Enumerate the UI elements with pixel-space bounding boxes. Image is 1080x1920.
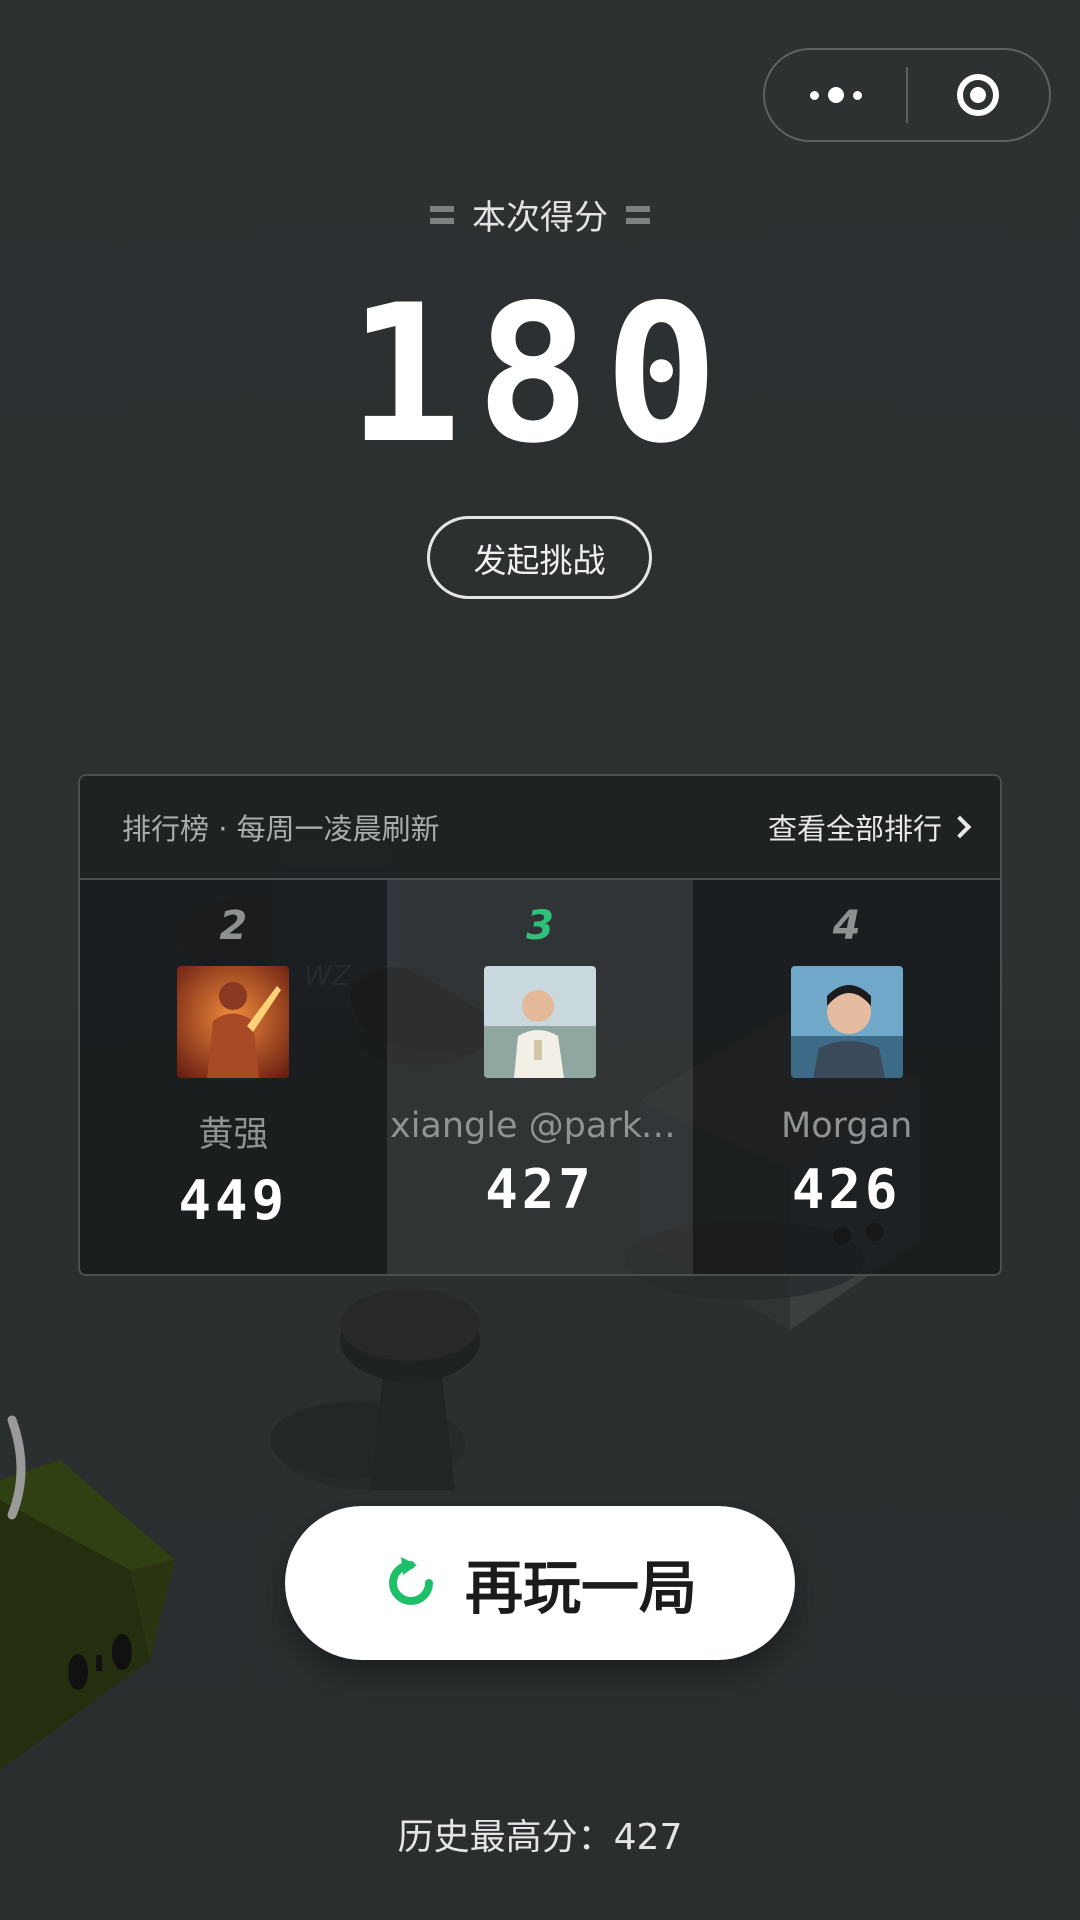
entry-rank: 2: [219, 903, 248, 949]
leaderboard: 排行榜 · 每周一凌晨刷新 查看全部排行 2 黄强 449 3 xiangle …: [78, 774, 1002, 1276]
entry-score: 426: [791, 1158, 902, 1221]
leaderboard-title: 排行榜 · 每周一凌晨刷新: [122, 812, 440, 846]
replay-icon: [389, 1557, 433, 1605]
target-close-icon: [957, 74, 1000, 116]
leaderboard-entries: 2 黄强 449 3 xiangle @parko... 427 4 Morga…: [80, 880, 1000, 1274]
score-title: 本次得分: [0, 190, 1080, 239]
leaderboard-header: 排行榜 · 每周一凌晨刷新 查看全部排行: [80, 776, 1000, 880]
leaderboard-entry[interactable]: 4 Morgan 426: [693, 880, 1000, 1274]
avatar: [483, 966, 596, 1078]
more-dots-icon: [809, 87, 862, 103]
avatar: [790, 966, 903, 1078]
more-button[interactable]: [765, 50, 906, 140]
entry-rank: 4: [832, 903, 861, 949]
replay-label: 再玩一局: [464, 1554, 697, 1622]
entry-rank: 3: [526, 903, 554, 949]
best-score: 历史最高分：427: [397, 1817, 683, 1858]
avatar: [177, 966, 290, 1078]
chevron-right-icon: [948, 815, 972, 839]
equals-left-icon: [430, 205, 454, 224]
replay-button[interactable]: 再玩一局: [285, 1506, 795, 1660]
view-all-label: 查看全部排行: [767, 812, 942, 846]
entry-score: 427: [485, 1158, 595, 1221]
current-score: 180: [347, 264, 733, 485]
challenge-button[interactable]: 发起挑战: [427, 516, 652, 599]
score-title-text: 本次得分: [472, 198, 608, 238]
equals-right-icon: [626, 205, 650, 224]
leaderboard-entry[interactable]: 2 黄强 449: [80, 880, 387, 1274]
game-over-screen: WZ: [0, 0, 1080, 1920]
entry-name: 黄强: [198, 1115, 269, 1155]
entry-name: xiangle @parko...: [389, 1106, 690, 1146]
leaderboard-entry[interactable]: 3 xiangle @parko... 427: [386, 880, 694, 1274]
capsule-menu: [763, 48, 1051, 142]
entry-name: Morgan: [781, 1106, 913, 1146]
close-button[interactable]: [908, 50, 1049, 140]
view-all-rankings-link[interactable]: 查看全部排行: [768, 806, 974, 848]
entry-score: 449: [178, 1169, 289, 1232]
